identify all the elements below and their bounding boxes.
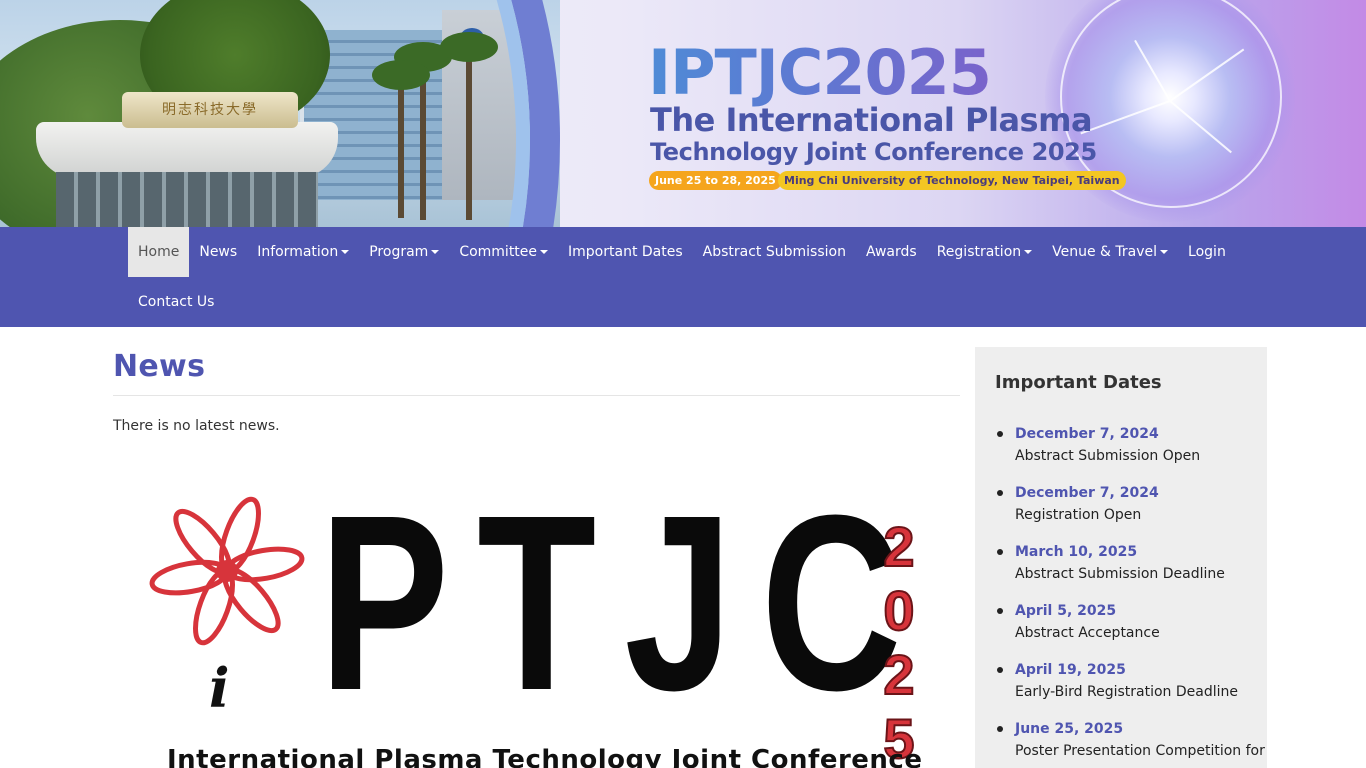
date-value: April 19, 2025 — [1015, 662, 1126, 678]
logo-letter-i: i — [209, 656, 230, 720]
nav-item-committee[interactable]: Committee — [449, 227, 558, 277]
nav-item-login[interactable]: Login — [1178, 227, 1236, 277]
nav-item-program[interactable]: Program — [359, 227, 449, 277]
logo-wordmark: PTJC — [319, 489, 930, 742]
nav-item-contact-us[interactable]: Contact Us — [128, 277, 224, 327]
main-navbar: Home News Information Program Committee … — [0, 227, 1366, 327]
date-event: Abstract Submission Open — [1015, 448, 1201, 464]
nav-item-registration[interactable]: Registration — [927, 227, 1042, 277]
date-event: Abstract Submission Deadline — [1015, 566, 1225, 582]
sidebar-title: Important Dates — [995, 372, 1162, 393]
date-event: Poster Presentation Competition for — [1015, 743, 1265, 759]
important-dates-list: December 7, 2024 Abstract Submission Ope… — [995, 423, 1265, 762]
news-empty-message: There is no latest news. — [113, 418, 280, 434]
nav-item-important-dates[interactable]: Important Dates — [558, 227, 693, 277]
date-value: April 5, 2025 — [1015, 603, 1117, 619]
logo-year: 2 0 2 5 — [882, 514, 915, 768]
caret-down-icon — [1160, 250, 1169, 254]
conference-logo: i PTJC 2 0 2 5 International Plasma Tech… — [133, 489, 953, 768]
nav-item-home[interactable]: Home — [128, 227, 190, 277]
caret-down-icon — [341, 250, 350, 254]
caret-down-icon — [1024, 250, 1033, 254]
nav-menu: Home News Information Program Committee … — [128, 227, 1238, 327]
date-value: March 10, 2025 — [1015, 544, 1138, 560]
nav-item-news[interactable]: News — [189, 227, 247, 277]
date-value: December 7, 2024 — [1015, 426, 1159, 442]
date-event: Registration Open — [1015, 507, 1142, 523]
caret-down-icon — [431, 250, 440, 254]
list-item: April 5, 2025 Abstract Acceptance — [995, 600, 1247, 644]
venue-pill: Ming Chi University of Technology, New T… — [778, 171, 1126, 190]
page-title: News — [113, 347, 960, 396]
date-value: December 7, 2024 — [1015, 485, 1159, 501]
nav-item-awards[interactable]: Awards — [856, 227, 927, 277]
nav-item-venue-travel[interactable]: Venue & Travel — [1042, 227, 1178, 277]
date-value: June 25, 2025 — [1015, 721, 1124, 737]
header-banner: 明志科技大學 IPTJC2025 The International Plasm… — [0, 0, 1366, 227]
date-event: Abstract Acceptance — [1015, 625, 1160, 641]
conference-subtitle-2: Technology Joint Conference 2025 — [650, 138, 1097, 166]
list-item: June 25, 2025 Poster Presentation Compet… — [995, 718, 1265, 762]
page-content: News There is no latest news. i PTJC 2 0 — [0, 327, 1366, 768]
list-item: December 7, 2024 Registration Open — [995, 482, 1247, 526]
nav-item-information[interactable]: Information — [247, 227, 359, 277]
main-column: News There is no latest news. i PTJC 2 0 — [113, 347, 960, 768]
campus-photo: 明志科技大學 — [0, 0, 560, 227]
date-pill: June 25 to 28, 2025 — [649, 171, 782, 190]
plasma-swirl-icon — [149, 496, 305, 646]
caret-down-icon — [540, 250, 549, 254]
campus-sign: 明志科技大學 — [122, 92, 298, 128]
date-event: Early-Bird Registration Deadline — [1015, 684, 1239, 700]
list-item: December 7, 2024 Abstract Submission Ope… — [995, 423, 1247, 467]
important-dates-sidebar: Important Dates December 7, 2024 Abstrac… — [975, 347, 1267, 768]
conference-title: IPTJC2025 — [648, 36, 992, 109]
conference-subtitle-1: The International Plasma — [650, 101, 1093, 139]
logo-tagline: International Plasma Technology Joint Co… — [167, 745, 923, 768]
nav-item-abstract-submission[interactable]: Abstract Submission — [693, 227, 856, 277]
list-item: April 19, 2025 Early-Bird Registration D… — [995, 659, 1247, 703]
list-item: March 10, 2025 Abstract Submission Deadl… — [995, 541, 1247, 585]
